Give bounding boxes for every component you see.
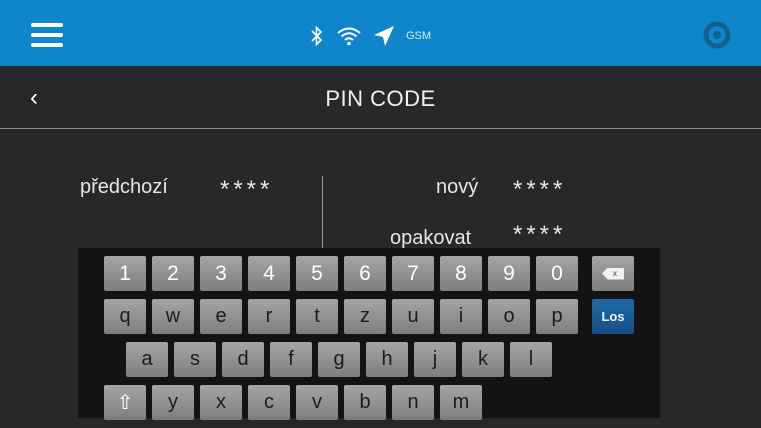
gsm-label: GSM — [406, 30, 432, 42]
key-n[interactable]: n — [392, 385, 434, 420]
key-b[interactable]: b — [344, 385, 386, 420]
key-u[interactable]: u — [392, 299, 434, 334]
page-header: ‹ PIN CODE — [0, 66, 761, 129]
backspace-icon: x — [602, 267, 624, 280]
top-bar: GSM — [0, 0, 761, 66]
key-p[interactable]: p — [536, 299, 578, 334]
key-e[interactable]: e — [200, 299, 242, 334]
key-6[interactable]: 6 — [344, 256, 386, 291]
location-arrow-icon — [374, 26, 394, 46]
key-l[interactable]: l — [510, 342, 552, 377]
repeat-pin-field[interactable]: **** — [513, 221, 566, 249]
previous-pin-label: předchozí — [80, 176, 168, 198]
enter-key[interactable]: Los — [592, 299, 634, 334]
key-t[interactable]: t — [296, 299, 338, 334]
new-pin-label: nový — [436, 176, 479, 198]
key-a[interactable]: a — [126, 342, 168, 377]
key-8[interactable]: 8 — [440, 256, 482, 291]
key-g[interactable]: g — [318, 342, 360, 377]
key-j[interactable]: j — [414, 342, 456, 377]
status-icons: GSM — [310, 24, 431, 48]
key-i[interactable]: i — [440, 299, 482, 334]
page-title: PIN CODE — [325, 86, 436, 111]
key-s[interactable]: s — [174, 342, 216, 377]
key-1[interactable]: 1 — [104, 256, 146, 291]
backspace-key[interactable]: x — [592, 256, 634, 291]
repeat-pin-label: opakovat — [390, 227, 472, 249]
key-5[interactable]: 5 — [296, 256, 338, 291]
key-z[interactable]: z — [344, 299, 386, 334]
key-q[interactable]: q — [104, 299, 146, 334]
key-7[interactable]: 7 — [392, 256, 434, 291]
shift-icon: ⇧ — [116, 392, 134, 414]
key-4[interactable]: 4 — [248, 256, 290, 291]
key-v[interactable]: v — [296, 385, 338, 420]
bluetooth-icon — [311, 25, 323, 47]
key-x[interactable]: x — [200, 385, 242, 420]
key-f[interactable]: f — [270, 342, 312, 377]
on-screen-keyboard: 1 2 3 4 5 6 7 8 9 0 x q w e r t z u i o … — [78, 248, 660, 420]
wifi-icon — [337, 27, 361, 46]
key-m[interactable]: m — [440, 385, 482, 420]
key-w[interactable]: w — [152, 299, 194, 334]
key-k[interactable]: k — [462, 342, 504, 377]
key-2[interactable]: 2 — [152, 256, 194, 291]
key-h[interactable]: h — [366, 342, 408, 377]
previous-pin-field[interactable]: **** — [220, 176, 273, 204]
divider — [322, 176, 323, 248]
menu-icon[interactable] — [31, 23, 63, 47]
key-c[interactable]: c — [248, 385, 290, 420]
key-0[interactable]: 0 — [536, 256, 578, 291]
new-pin-field[interactable]: **** — [513, 176, 566, 204]
gear-icon[interactable] — [700, 18, 734, 52]
key-d[interactable]: d — [222, 342, 264, 377]
key-3[interactable]: 3 — [200, 256, 242, 291]
shift-key[interactable]: ⇧ — [104, 385, 146, 420]
key-y[interactable]: y — [152, 385, 194, 420]
key-r[interactable]: r — [248, 299, 290, 334]
key-o[interactable]: o — [488, 299, 530, 334]
key-9[interactable]: 9 — [488, 256, 530, 291]
